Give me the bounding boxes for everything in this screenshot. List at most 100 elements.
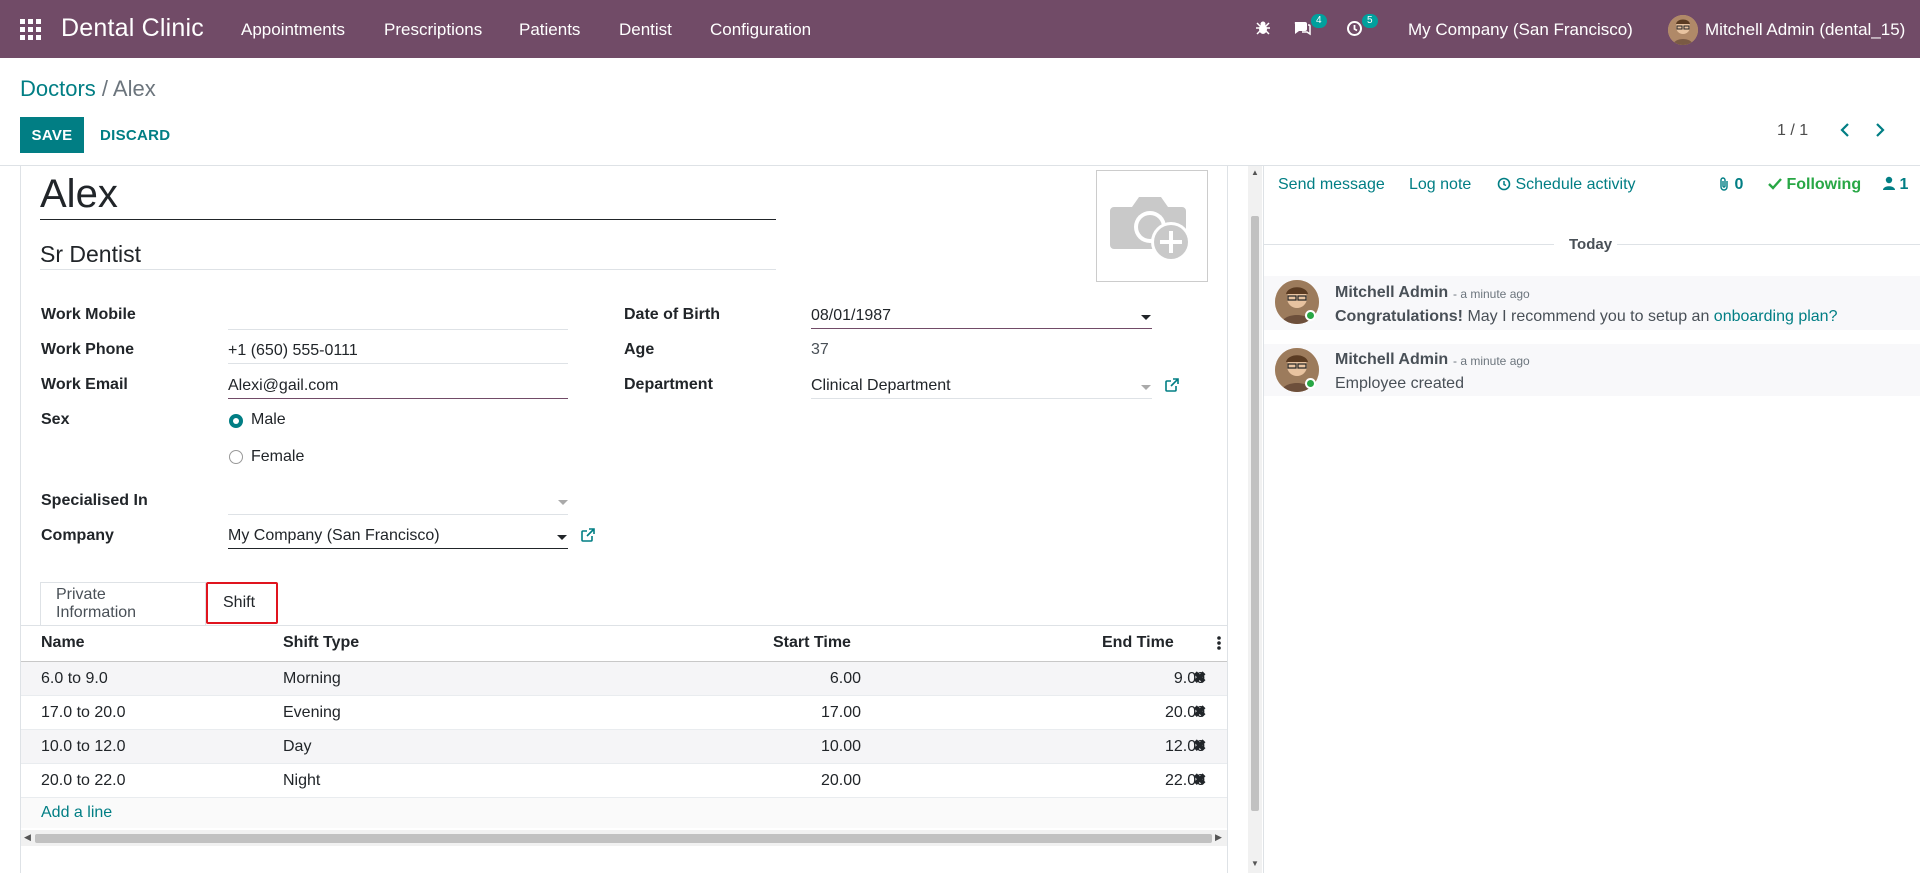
discard-button[interactable]: DISCARD bbox=[100, 117, 170, 153]
chatter-message: Mitchell Admin - a minute ago Employee c… bbox=[1264, 344, 1920, 396]
scroll-right-icon[interactable]: ▶ bbox=[1215, 832, 1222, 843]
column-header-end-time[interactable]: End Time bbox=[1102, 634, 1174, 652]
attachments-count: 0 bbox=[1734, 176, 1744, 193]
job-title-input[interactable]: Sr Dentist bbox=[40, 240, 776, 270]
save-button[interactable]: SAVE bbox=[20, 117, 84, 153]
chevron-down-icon[interactable] bbox=[558, 500, 568, 505]
employee-name-input[interactable]: Alex bbox=[40, 172, 776, 220]
sex-female-label[interactable]: Female bbox=[251, 444, 304, 470]
activities-clock-icon[interactable]: 5 bbox=[1346, 14, 1378, 42]
app-brand[interactable]: Dental Clinic bbox=[61, 14, 204, 43]
specialised-in-select[interactable] bbox=[228, 489, 568, 515]
work-phone-input[interactable]: +1 (650) 555-0111 bbox=[228, 338, 568, 364]
scroll-up-icon[interactable]: ▲ bbox=[1251, 168, 1259, 177]
work-email-input[interactable]: Alexi@gail.com bbox=[228, 373, 568, 399]
company-label: Company bbox=[41, 527, 114, 544]
table-row[interactable]: 10.0 to 12.0 Day 10.00 12.00 ✖ bbox=[21, 730, 1227, 764]
online-status-icon bbox=[1305, 378, 1316, 389]
check-icon bbox=[1768, 178, 1782, 190]
pager-next-icon[interactable] bbox=[1874, 121, 1886, 145]
dob-input[interactable]: 08/01/1987 bbox=[811, 303, 1152, 329]
onboarding-plan-link[interactable]: onboarding plan? bbox=[1714, 308, 1838, 325]
chevron-down-icon[interactable] bbox=[557, 535, 567, 540]
age-label: Age bbox=[624, 341, 655, 358]
row-shift-type: Morning bbox=[283, 670, 341, 687]
user-avatar[interactable] bbox=[1668, 15, 1698, 45]
breadcrumb-separator: / bbox=[95, 76, 113, 101]
menu-prescriptions[interactable]: Prescriptions bbox=[384, 20, 482, 40]
table-horizontal-scrollbar[interactable]: ◀ ▶ bbox=[21, 830, 1227, 846]
menu-configuration[interactable]: Configuration bbox=[710, 20, 811, 40]
user-menu[interactable]: Mitchell Admin (dental_15) bbox=[1705, 20, 1905, 40]
apps-menu-icon[interactable] bbox=[20, 19, 42, 40]
breadcrumb-doctors[interactable]: Doctors bbox=[20, 76, 96, 101]
messages-icon[interactable]: 4 bbox=[1293, 14, 1327, 41]
schedule-activity-button[interactable]: Schedule activity bbox=[1497, 176, 1636, 194]
sex-female-radio[interactable] bbox=[229, 450, 243, 464]
breadcrumb: Doctors / Alex bbox=[20, 76, 156, 102]
tab-private-information[interactable]: Private Information bbox=[40, 582, 206, 625]
tabs-divider bbox=[20, 625, 1228, 626]
pager-value[interactable]: 1 / 1 bbox=[1777, 122, 1808, 140]
tab-shift[interactable]: Shift bbox=[206, 582, 278, 624]
row-shift-type: Evening bbox=[283, 704, 341, 721]
column-header-shift-type[interactable]: Shift Type bbox=[283, 634, 359, 652]
menu-dentist[interactable]: Dentist bbox=[619, 20, 672, 40]
scrollbar-thumb[interactable] bbox=[1251, 216, 1259, 811]
today-separator: Today bbox=[1569, 236, 1613, 253]
row-name: 20.0 to 22.0 bbox=[41, 772, 126, 789]
row-start-time: 20.00 bbox=[820, 772, 861, 789]
add-a-line-link[interactable]: Add a line bbox=[41, 804, 112, 822]
company-select[interactable]: My Company (San Francisco) bbox=[228, 523, 568, 549]
attachments-button[interactable]: 0 bbox=[1718, 176, 1743, 194]
row-name: 17.0 to 20.0 bbox=[41, 704, 126, 721]
message-author[interactable]: Mitchell Admin bbox=[1335, 284, 1448, 302]
scrollbar-thumb[interactable] bbox=[35, 834, 1212, 843]
delete-row-icon[interactable]: ✖ bbox=[1193, 668, 1206, 688]
external-link-icon[interactable] bbox=[1164, 377, 1180, 398]
scroll-left-icon[interactable]: ◀ bbox=[24, 832, 31, 843]
menu-patients[interactable]: Patients bbox=[519, 20, 580, 40]
work-mobile-input[interactable] bbox=[228, 304, 568, 330]
external-link-icon[interactable] bbox=[580, 527, 596, 548]
form-vertical-scrollbar[interactable]: ▲ ▼ bbox=[1248, 166, 1262, 873]
debug-bug-icon[interactable] bbox=[1255, 20, 1271, 41]
chatter-panel bbox=[1263, 166, 1920, 873]
delete-row-icon[interactable]: ✖ bbox=[1193, 736, 1206, 756]
row-end-time: 22.00 bbox=[1164, 772, 1205, 789]
following-button[interactable]: Following bbox=[1768, 176, 1861, 194]
menu-appointments[interactable]: Appointments bbox=[241, 20, 345, 40]
delete-row-icon[interactable]: ✖ bbox=[1193, 770, 1206, 790]
scroll-down-icon[interactable]: ▼ bbox=[1251, 859, 1259, 868]
send-message-button[interactable]: Send message bbox=[1278, 176, 1385, 194]
message-body: Congratulations! May I recommend you to … bbox=[1335, 308, 1837, 326]
work-email-label: Work Email bbox=[41, 376, 128, 393]
log-note-button[interactable]: Log note bbox=[1409, 176, 1471, 194]
sex-male-radio[interactable] bbox=[229, 414, 243, 428]
schedule-activity-label: Schedule activity bbox=[1515, 176, 1636, 193]
column-header-name[interactable]: Name bbox=[41, 634, 85, 652]
followers-button[interactable]: 1 bbox=[1883, 176, 1908, 194]
followers-count: 1 bbox=[1899, 176, 1909, 193]
clock-icon bbox=[1497, 177, 1511, 191]
employee-photo-upload[interactable] bbox=[1096, 170, 1208, 282]
message-time: - a minute ago bbox=[1453, 287, 1530, 301]
column-header-start-time[interactable]: Start Time bbox=[773, 634, 851, 652]
table-row[interactable]: 17.0 to 20.0 Evening 17.00 20.00 ✖ bbox=[21, 696, 1227, 730]
chevron-down-icon[interactable] bbox=[1141, 385, 1151, 390]
company-switcher[interactable]: My Company (San Francisco) bbox=[1408, 20, 1633, 40]
pager-previous-icon[interactable] bbox=[1839, 121, 1851, 145]
sex-male-label[interactable]: Male bbox=[251, 407, 286, 433]
online-status-icon bbox=[1305, 310, 1316, 321]
chevron-down-icon[interactable] bbox=[1141, 315, 1151, 320]
row-start-time: 17.00 bbox=[820, 704, 861, 721]
department-select[interactable]: Clinical Department bbox=[811, 373, 1152, 399]
delete-row-icon[interactable]: ✖ bbox=[1193, 702, 1206, 722]
column-options-icon[interactable] bbox=[1217, 635, 1221, 656]
top-navbar: Dental Clinic Appointments Prescriptions… bbox=[0, 0, 1920, 58]
row-name: 6.0 to 9.0 bbox=[41, 670, 108, 687]
work-phone-label: Work Phone bbox=[41, 341, 135, 358]
table-row[interactable]: 6.0 to 9.0 Morning 6.00 9.00 ✖ bbox=[21, 662, 1227, 696]
table-row[interactable]: 20.0 to 22.0 Night 20.00 22.00 ✖ bbox=[21, 764, 1227, 798]
message-author[interactable]: Mitchell Admin bbox=[1335, 351, 1448, 369]
